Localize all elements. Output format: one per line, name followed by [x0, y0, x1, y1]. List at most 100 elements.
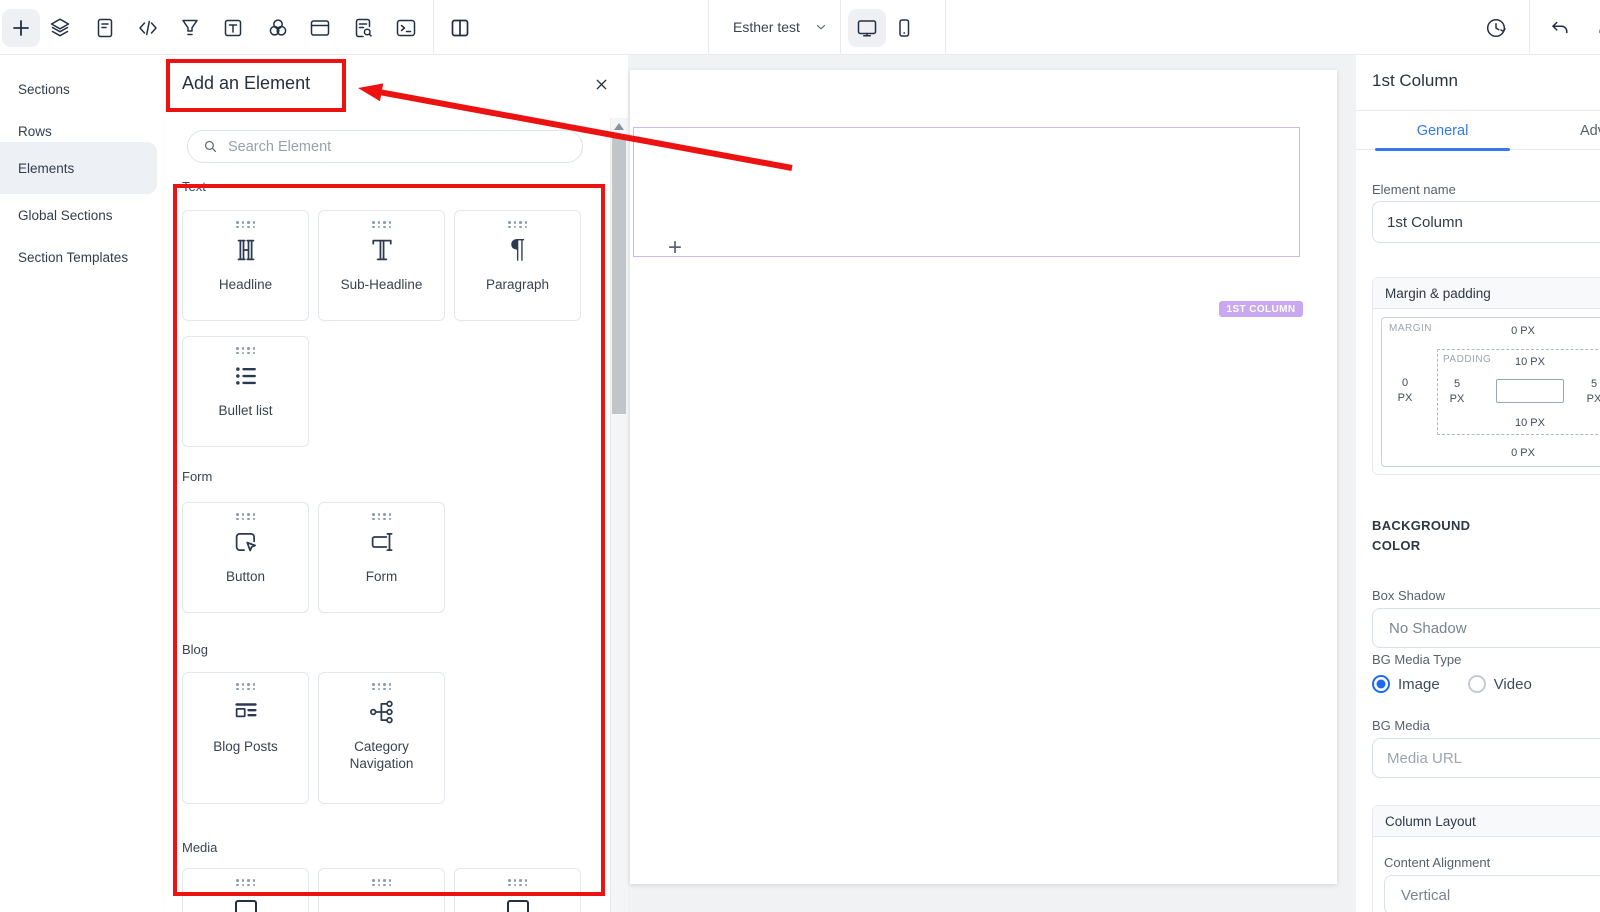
layers-button[interactable]: [41, 9, 79, 47]
value: 5: [1454, 378, 1460, 390]
element-card-media-1[interactable]: [182, 868, 309, 912]
undo-button[interactable]: [1541, 9, 1579, 47]
padding-left-value: 5 PX: [1446, 377, 1468, 407]
bg-media-type-options: Image Video: [1372, 675, 1560, 693]
element-card-label: Paragraph: [486, 276, 549, 293]
panel-title: Add an Element: [182, 73, 310, 94]
page-selector-label: Esther test: [733, 19, 800, 35]
tab-general[interactable]: General: [1375, 111, 1510, 151]
desktop-view-button[interactable]: [848, 9, 886, 47]
funnel-button[interactable]: [171, 9, 209, 47]
element-card-media-3[interactable]: [454, 868, 581, 912]
box-shadow-select[interactable]: No Shadow: [1372, 608, 1600, 648]
paragraph-icon: ¶: [509, 237, 526, 263]
funnel-icon: [178, 16, 202, 40]
padding-center-input[interactable]: [1496, 379, 1564, 403]
browser-window-icon: [308, 16, 332, 40]
blog-posts-icon: [231, 697, 261, 727]
card-row: Bullet list: [182, 336, 582, 447]
unit: PX: [1450, 393, 1465, 405]
element-card-headline[interactable]: Headline: [182, 210, 309, 321]
sidebar-item-global-sections[interactable]: Global Sections: [0, 194, 157, 236]
element-card-blog-posts[interactable]: Blog Posts: [182, 672, 309, 804]
element-card-sub-headline[interactable]: Sub-Headline: [318, 210, 445, 321]
close-button[interactable]: [590, 73, 612, 95]
add-element-button[interactable]: [2, 9, 40, 47]
tracking-code-button[interactable]: [387, 9, 425, 47]
radio-video[interactable]: [1468, 675, 1486, 693]
bg-media-input[interactable]: [1372, 738, 1600, 778]
line2: COLOR: [1372, 538, 1420, 553]
sidebar-item-elements[interactable]: Elements: [0, 142, 157, 194]
element-card-label: Category Navigation: [329, 738, 434, 772]
drag-handle-icon: [236, 221, 255, 228]
element-card-label: Headline: [219, 276, 272, 293]
page-selector[interactable]: Esther test: [733, 19, 828, 35]
element-card-bullet-list[interactable]: Bullet list: [182, 336, 309, 447]
radio-image[interactable]: [1372, 675, 1390, 693]
scrollbar-up-arrow[interactable]: [614, 123, 624, 130]
element-card-form[interactable]: Form: [318, 502, 445, 613]
pages-button[interactable]: [86, 9, 124, 47]
content-alignment-label: Content Alignment: [1384, 855, 1490, 870]
undo-icon: [1548, 16, 1572, 40]
element-card-button[interactable]: Button: [182, 502, 309, 613]
colors-button[interactable]: [259, 9, 297, 47]
redo-icon: [1595, 16, 1600, 40]
page-preview[interactable]: + 1ST COLUMN: [630, 70, 1337, 884]
margin-box: MARGIN 0 PX 0 PX 0 PX PADDING 10 PX 5 PX: [1381, 317, 1600, 467]
form-icon: [367, 527, 397, 557]
element-search[interactable]: [187, 130, 583, 163]
add-element-panel: Add an Element Text Headline Sub-Headlin…: [165, 55, 628, 912]
image-icon: [235, 900, 257, 912]
builder-sidebar: Sections Rows Elements Global Sections S…: [0, 55, 165, 912]
margin-top-value: 0 PX: [1382, 325, 1600, 337]
column-badge: 1ST COLUMN: [1219, 301, 1303, 317]
element-card-label: Sub-Headline: [341, 276, 423, 293]
tab-advanced[interactable]: Advanced: [1580, 111, 1600, 151]
content-alignment-select[interactable]: Vertical: [1384, 875, 1600, 912]
redo-button[interactable]: [1588, 9, 1600, 47]
drag-handle-icon: [508, 879, 527, 886]
card-row: Headline Sub-Headline ¶ Paragraph: [182, 210, 582, 321]
page-icon: [93, 16, 117, 40]
custom-code-button[interactable]: [129, 9, 167, 47]
drag-handle-icon: [236, 513, 255, 520]
sub-headline-icon: [367, 235, 397, 265]
button-icon: [231, 527, 261, 557]
search-icon: [202, 138, 219, 155]
split-view-icon: [448, 16, 472, 40]
desktop-icon: [855, 16, 879, 40]
card-row: [182, 868, 582, 912]
scrollbar-thumb[interactable]: [612, 134, 626, 414]
version-history-button[interactable]: [1477, 9, 1515, 47]
card-row: Button Form: [182, 502, 582, 613]
sidebar-item-sections[interactable]: Sections: [0, 68, 157, 110]
sidebar-item-section-templates[interactable]: Section Templates: [0, 236, 157, 278]
drag-handle-icon: [236, 347, 255, 354]
split-view-button[interactable]: [441, 9, 479, 47]
drag-handle-icon: [236, 683, 255, 690]
drag-handle-icon: [372, 513, 391, 520]
close-icon: [593, 76, 610, 93]
margin-left-value: 0 PX: [1394, 376, 1416, 406]
column-outline[interactable]: + 1ST COLUMN: [633, 127, 1300, 257]
element-card-paragraph[interactable]: ¶ Paragraph: [454, 210, 581, 321]
card-row: Blog Posts Category Navigation: [182, 672, 582, 804]
section-label-media: Media: [182, 840, 217, 855]
toolbar-divider: [1529, 0, 1530, 55]
seo-button[interactable]: [344, 9, 382, 47]
padding-bottom-value: 10 PX: [1438, 417, 1600, 429]
radio-image-label: Image: [1398, 676, 1440, 693]
inspector-panel: 1st Column General Advanced Element name…: [1356, 55, 1600, 912]
add-content-placeholder[interactable]: +: [668, 234, 682, 262]
browser-settings-button[interactable]: [301, 9, 339, 47]
mobile-view-button[interactable]: [885, 9, 923, 47]
element-name-input[interactable]: [1372, 201, 1600, 243]
search-input[interactable]: [228, 139, 548, 155]
typography-button[interactable]: [214, 9, 252, 47]
element-card-media-2[interactable]: [318, 868, 445, 912]
box-shadow-label: Box Shadow: [1372, 588, 1445, 603]
page-search-icon: [351, 16, 375, 40]
element-card-category-navigation[interactable]: Category Navigation: [318, 672, 445, 804]
